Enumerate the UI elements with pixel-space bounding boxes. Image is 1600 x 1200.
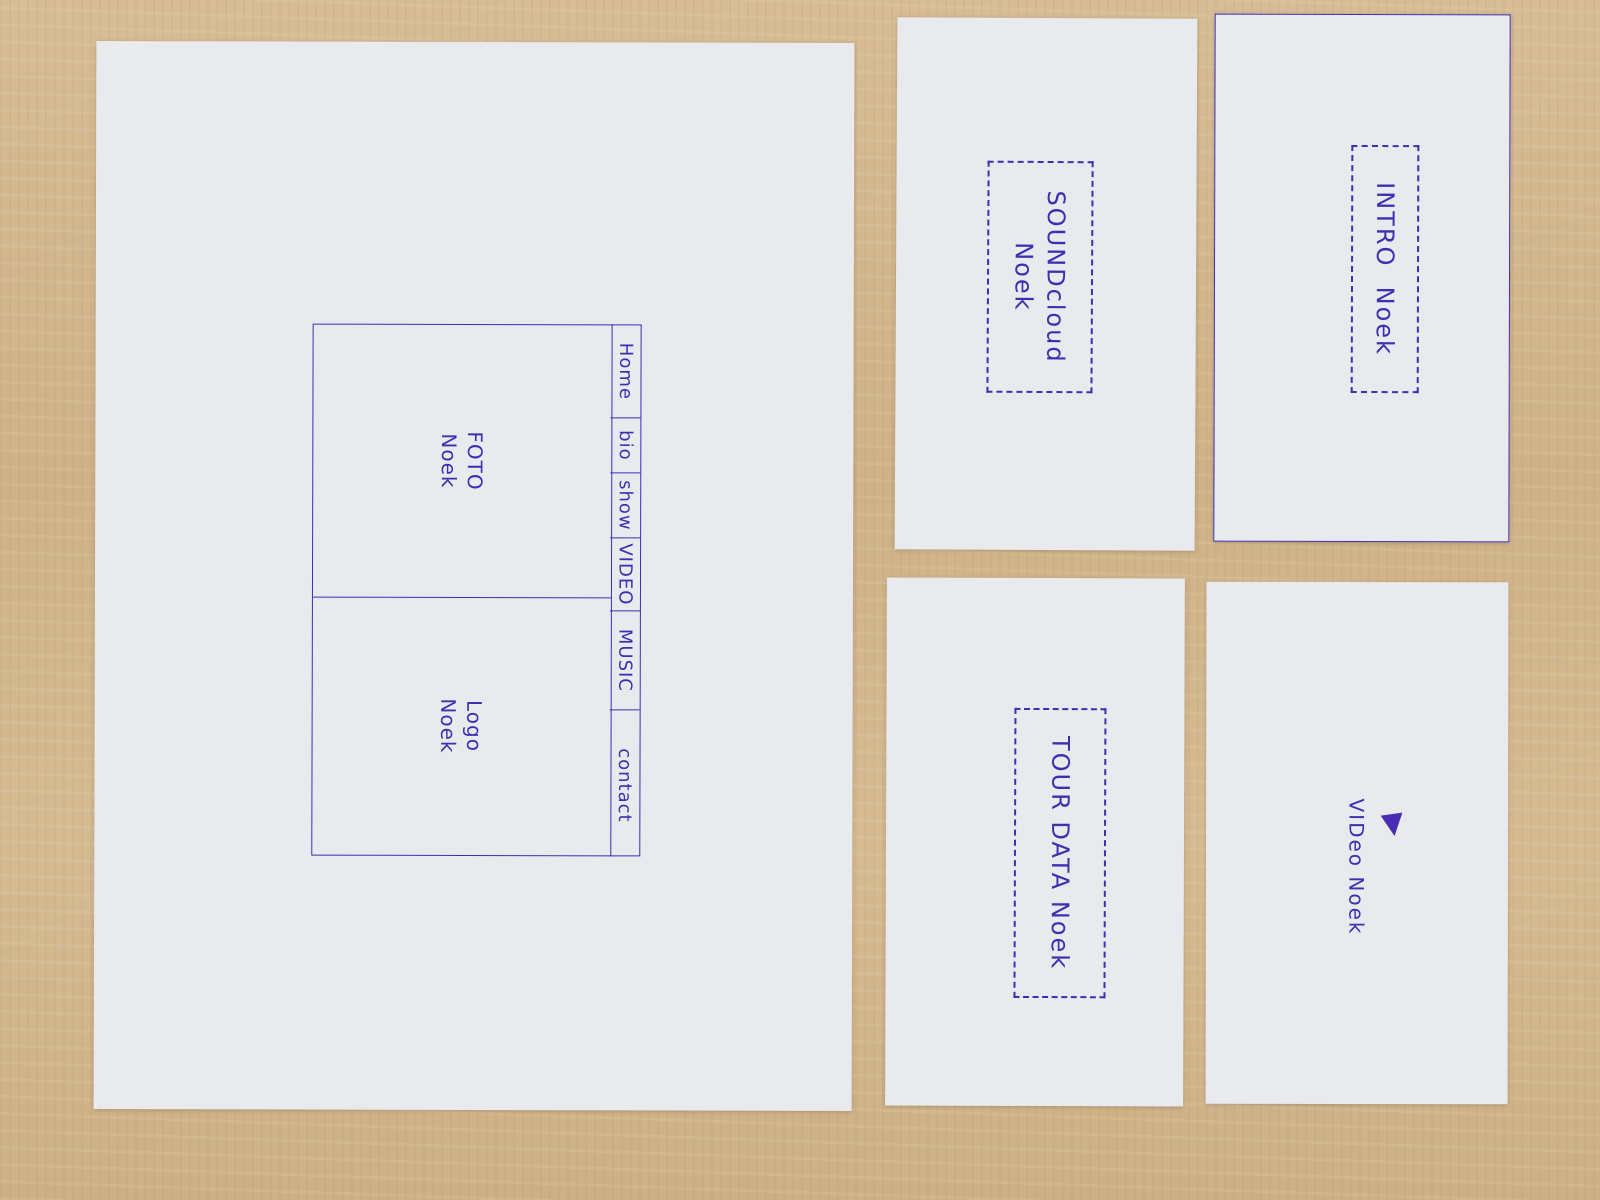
nav-item-home[interactable]: Home [610,325,641,419]
nav-item-label: VIDEO [614,543,636,606]
video-placeholder: VIDeo Noek [1306,732,1406,936]
tour-data-label: TOUR DATA Noek [1045,735,1075,971]
soundcloud-label: SOUNDcloud Noek [1009,190,1071,364]
homepage-sketch-sheet: FOTO Noek Logo Noek Home bio show VIDEO … [93,41,855,1111]
soundcloud-placeholder: SOUNDcloud Noek [986,160,1094,394]
nav-item-label: Home [614,342,637,401]
nav-item-bio[interactable]: bio [610,418,641,474]
nav-item-label: show [614,480,636,531]
soundcloud-sketch-sheet: SOUNDcloud Noek [894,17,1198,551]
intro-label: INTRO Noek [1370,182,1400,357]
nav-item-label: MUSIC [614,628,636,692]
logo-panel: Logo Noek [312,597,611,856]
video-sketch-sheet: VIDeo Noek [1205,581,1509,1105]
photo-panel: FOTO Noek [313,325,612,598]
photo-panel-label: FOTO Noek [437,431,488,491]
video-label: VIDeo Noek [1343,798,1369,936]
nav-item-show[interactable]: show [610,473,641,539]
tour-data-placeholder: TOUR DATA Noek [1013,707,1107,999]
nav-item-label: bio [614,430,636,461]
nav-item-label: contact [613,748,636,823]
homepage-wireframe: FOTO Noek Logo Noek [311,323,613,857]
intro-sketch-sheet: INTRO Noek [1213,13,1511,543]
navigation-bar: Home bio show VIDEO MUSIC contact [609,324,642,857]
nav-item-music[interactable]: MUSIC [609,611,640,711]
intro-placeholder: INTRO Noek [1350,144,1420,394]
nav-item-contact[interactable]: contact [609,710,639,860]
tour-data-sketch-sheet: TOUR DATA Noek [885,577,1185,1107]
logo-panel-label: Logo Noek [436,698,487,754]
nav-item-video[interactable]: VIDEO [609,538,641,612]
